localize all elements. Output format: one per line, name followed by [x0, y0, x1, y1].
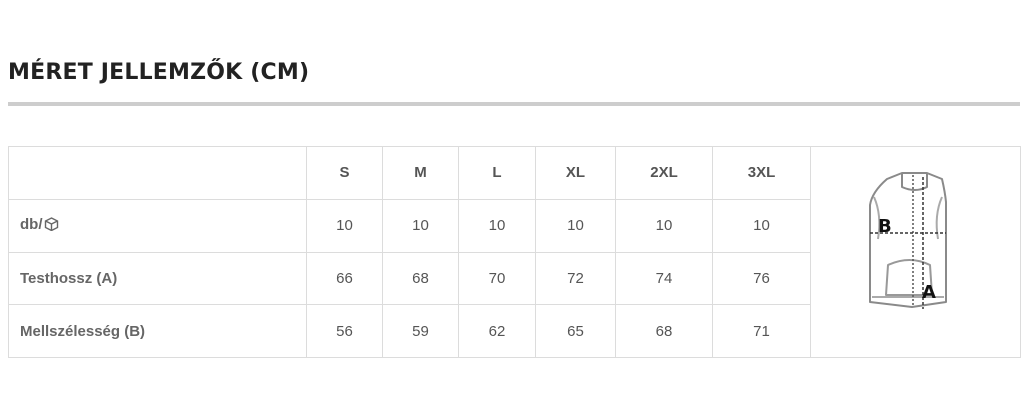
- cell-pieces-l: 10: [458, 198, 536, 253]
- cell-pieces-2xl: 10: [615, 198, 713, 253]
- cell-pieces-s: 10: [306, 198, 383, 253]
- row-label-body-length: Testhossz (A): [8, 251, 307, 306]
- box-icon: [44, 217, 59, 235]
- cell-length-3xl: 76: [712, 251, 811, 306]
- cell-length-xl: 72: [535, 251, 616, 306]
- cell-chest-3xl: 71: [712, 304, 811, 358]
- cell-pieces-xl: 10: [535, 198, 616, 253]
- cell-chest-xl: 65: [535, 304, 616, 358]
- header-cell-xl: XL: [535, 146, 616, 200]
- cell-length-2xl: 74: [615, 251, 713, 306]
- header-cell-m: M: [382, 146, 459, 200]
- vest-diagram-cell: B A: [810, 146, 1021, 358]
- header-cell-l: L: [458, 146, 536, 200]
- vest-diagram-icon: B A: [868, 172, 947, 309]
- title-divider: [8, 102, 1020, 106]
- cell-chest-l: 62: [458, 304, 536, 358]
- cell-pieces-3xl: 10: [712, 198, 811, 253]
- cell-chest-m: 59: [382, 304, 459, 358]
- cell-length-l: 70: [458, 251, 536, 306]
- cell-length-s: 66: [306, 251, 383, 306]
- cell-chest-2xl: 68: [615, 304, 713, 358]
- row-label-pieces: db/: [8, 198, 307, 253]
- cell-pieces-m: 10: [382, 198, 459, 253]
- header-row: S M L XL 2XL 3XL B A: [8, 146, 1021, 358]
- label-b: B: [878, 216, 892, 237]
- row-label-chest-width: Mellszélesség (B): [8, 304, 307, 358]
- header-cell-2xl: 2XL: [615, 146, 713, 200]
- cell-length-m: 68: [382, 251, 459, 306]
- cell-chest-s: 56: [306, 304, 383, 358]
- label-a: A: [922, 282, 936, 303]
- header-cell-empty: [8, 146, 307, 200]
- header-cell-3xl: 3XL: [712, 146, 811, 200]
- header-cell-s: S: [306, 146, 383, 200]
- row-label-text: db/: [20, 216, 43, 234]
- size-table: S M L XL 2XL 3XL B A db/ 10 10 10 10 10 …: [8, 146, 1021, 358]
- page-title: MÉRET JELLEMZŐK (CM): [8, 60, 310, 85]
